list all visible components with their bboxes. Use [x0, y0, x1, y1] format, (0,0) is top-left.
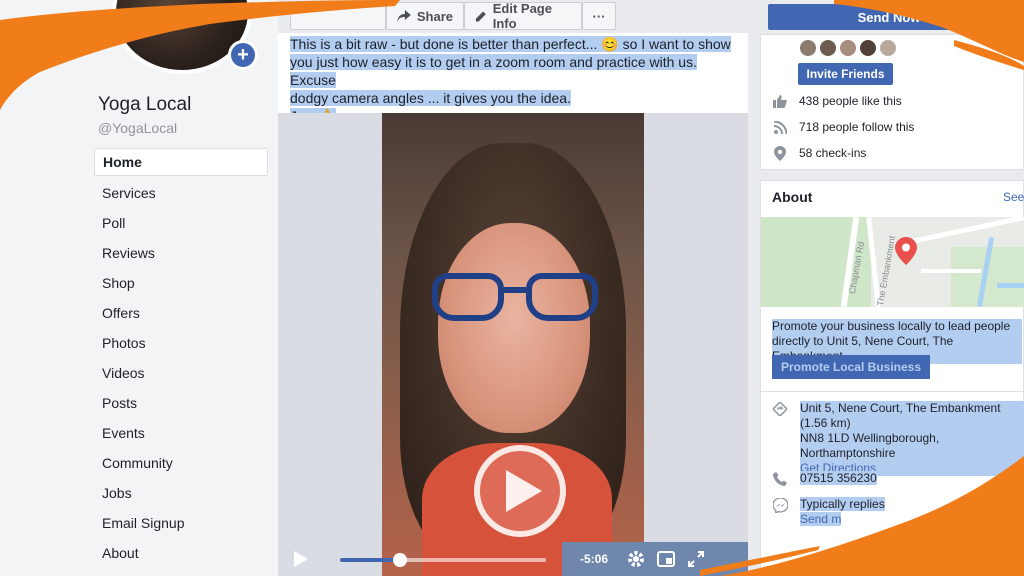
- play-icon: [506, 470, 542, 512]
- map-pin-icon: [895, 237, 917, 265]
- invite-friends-button[interactable]: Invite Friends: [798, 63, 893, 85]
- about-card: About See Chapman Rd The Embankment Prom…: [760, 180, 1024, 576]
- post-text-line: This is a bit raw - but done is better t…: [290, 36, 731, 52]
- avatar[interactable]: [819, 39, 837, 57]
- glasses: [432, 273, 598, 325]
- sidebar-item-shop[interactable]: Shop: [94, 268, 268, 298]
- time-remaining: -5:06: [580, 552, 609, 566]
- sidebar-item-poll[interactable]: Poll: [94, 208, 268, 238]
- sidebar-item-about[interactable]: About: [94, 538, 268, 568]
- address-line-1: Unit 5, Nene Court, The Embankment (1.56…: [800, 401, 1001, 430]
- video-progress-fill: [340, 558, 400, 562]
- send-now-label: Send Now: [857, 9, 921, 25]
- avatar[interactable]: [839, 39, 857, 57]
- sidebar-item-photos[interactable]: Photos: [94, 328, 268, 358]
- messenger-row: Typically replies Send m: [772, 497, 1024, 527]
- sidebar-item-posts[interactable]: Posts: [94, 388, 268, 418]
- messenger-icon: [772, 497, 788, 513]
- video-player[interactable]: -5:06: [278, 113, 748, 576]
- checkins-stat: 58 check-ins: [773, 145, 867, 161]
- sidebar-item-services[interactable]: Services: [94, 178, 268, 208]
- checkins-count: 58 check-ins: [799, 146, 867, 160]
- person-face: [438, 223, 590, 433]
- more-options-button[interactable]: ···: [582, 2, 616, 30]
- toolbar-hidden-button[interactable]: [290, 2, 386, 30]
- likes-stat: 438 people like this: [773, 94, 902, 108]
- phone-number[interactable]: 07515 356230: [800, 471, 877, 485]
- post-message: This is a bit raw - but done is better t…: [278, 33, 748, 124]
- sidebar-item-reviews[interactable]: Reviews: [94, 238, 268, 268]
- sidebar-item-jobs[interactable]: Jobs: [94, 478, 268, 508]
- rss-icon: [773, 120, 787, 134]
- pencil-icon: [475, 11, 486, 21]
- edit-page-info-button[interactable]: Edit Page Info: [464, 1, 582, 31]
- pencil-icon: [927, 11, 938, 23]
- share-icon: [397, 10, 411, 22]
- avatar[interactable]: [799, 39, 817, 57]
- video-progress-bar[interactable]: [340, 553, 546, 567]
- fullscreen-icon[interactable]: [686, 549, 706, 569]
- see-all-link[interactable]: See: [1003, 190, 1024, 204]
- about-heading: About: [772, 189, 813, 205]
- sidebar-item-home[interactable]: Home: [94, 148, 268, 176]
- settings-gear-icon[interactable]: [626, 549, 646, 569]
- phone-icon: [772, 471, 788, 487]
- post-text-line: you just how easy it is to get in a zoom…: [290, 54, 697, 88]
- reply-time: Typically replies: [800, 497, 885, 511]
- address-line-2: NN8 1LD Wellingborough, Northamptonshire: [800, 431, 940, 460]
- page-nav: Home Services Poll Reviews Shop Offers Photos V…: [94, 148, 268, 568]
- video-controls-right: -5:06: [562, 542, 748, 576]
- likes-count: 438 people like this: [799, 94, 902, 108]
- post-text-line: dodgy camera angles ... it gives you the…: [290, 90, 571, 106]
- promote-local-business-button[interactable]: Promote Local Business: [772, 355, 930, 379]
- page-toolbar: Share Edit Page Info ···: [278, 0, 748, 33]
- sidebar-item-community[interactable]: Community: [94, 448, 268, 478]
- sidebar-item-offers[interactable]: Offers: [94, 298, 268, 328]
- play-overlay-button[interactable]: [474, 445, 566, 537]
- page-title[interactable]: Yoga Local: [98, 94, 191, 116]
- thumbs-up-icon: [773, 94, 787, 108]
- page-sidebar: + Yoga Local @YogaLocal Home Services Poll…: [0, 0, 278, 576]
- send-now-button[interactable]: Send Now: [768, 4, 1024, 30]
- sidebar-item-videos[interactable]: Videos: [94, 358, 268, 388]
- more-options-icon: ···: [592, 8, 606, 24]
- page-handle[interactable]: @YogaLocal: [98, 120, 177, 136]
- friend-avatars: [799, 39, 897, 57]
- address-text: Unit 5, Nene Court, The Embankment (1.56…: [800, 401, 1024, 476]
- community-card: Invite Friends 438 people like this 718 …: [760, 34, 1024, 170]
- avatar[interactable]: [859, 39, 877, 57]
- page-right-column: Send Now Invite Friends 438 people like …: [760, 0, 1024, 576]
- add-photo-icon[interactable]: +: [228, 40, 258, 70]
- send-message-link[interactable]: Send m: [800, 512, 842, 526]
- picture-in-picture-icon[interactable]: [656, 549, 676, 569]
- location-icon: [772, 401, 788, 417]
- play-icon[interactable]: [292, 550, 310, 568]
- video-controls: -5:06: [278, 542, 748, 576]
- follows-stat: 718 people follow this: [773, 120, 914, 134]
- share-label: Share: [416, 8, 453, 24]
- edit-page-info-label: Edit Page Info: [492, 1, 552, 31]
- follows-count: 718 people follow this: [799, 120, 915, 134]
- video-scrubber-handle[interactable]: [392, 553, 407, 567]
- location-pin-icon: [773, 145, 787, 161]
- divider: [761, 391, 1024, 392]
- phone-row: 07515 356230: [772, 471, 1024, 487]
- avatar[interactable]: [879, 39, 897, 57]
- location-map[interactable]: Chapman Rd The Embankment: [761, 217, 1024, 307]
- sidebar-item-events[interactable]: Events: [94, 418, 268, 448]
- address-row: Unit 5, Nene Court, The Embankment (1.56…: [772, 401, 1024, 476]
- sidebar-item-email-signup[interactable]: Email Signup: [94, 508, 268, 538]
- map-road-label: The Embankment: [875, 235, 898, 307]
- share-button[interactable]: Share: [386, 2, 464, 30]
